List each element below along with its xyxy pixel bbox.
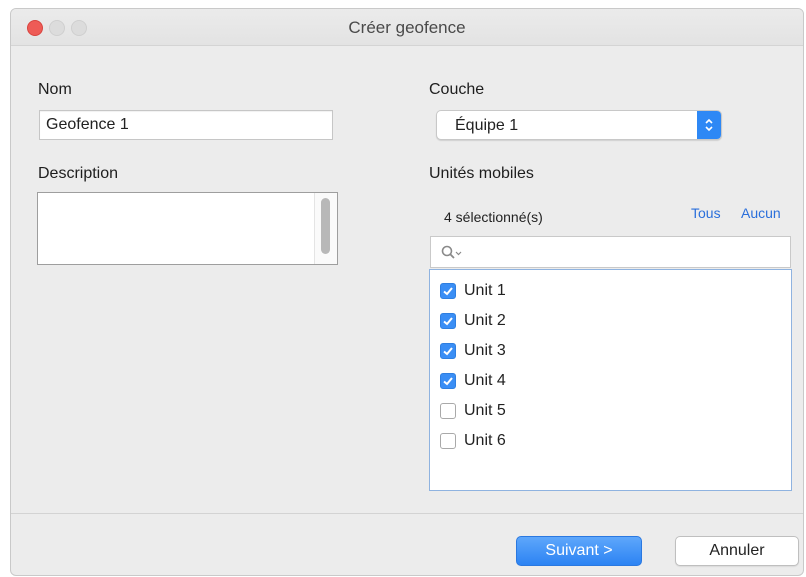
list-item[interactable]: Unit 4 <box>440 370 506 392</box>
checkbox[interactable] <box>440 313 456 329</box>
footer-divider <box>11 513 803 514</box>
unit-label: Unit 4 <box>464 372 506 389</box>
select-none-link[interactable]: Aucun <box>741 205 781 221</box>
description-label: Description <box>38 165 119 182</box>
dialog-window: Créer geofence Nom Description Couche Éq… <box>10 8 804 576</box>
search-icon <box>441 245 463 266</box>
list-item[interactable]: Unit 6 <box>440 430 506 452</box>
unit-label: Unit 5 <box>464 402 506 419</box>
description-scrollbar[interactable] <box>314 193 337 264</box>
checkmark-icon <box>443 317 453 326</box>
list-item[interactable]: Unit 2 <box>440 310 506 332</box>
list-item[interactable]: Unit 5 <box>440 400 506 422</box>
selected-count: 4 sélectionné(s) <box>444 209 543 225</box>
next-button[interactable]: Suivant > <box>516 536 642 566</box>
unit-label: Unit 6 <box>464 432 506 449</box>
list-item[interactable]: Unit 1 <box>440 280 506 302</box>
checkmark-icon <box>443 377 453 386</box>
mobile-units-label: Unités mobiles <box>429 165 534 182</box>
layer-select-value: Équipe 1 <box>455 117 519 134</box>
description-textarea[interactable] <box>37 192 338 265</box>
cancel-button[interactable]: Annuler <box>675 536 799 566</box>
layer-label: Couche <box>429 81 485 98</box>
units-list[interactable]: Unit 1 Unit 2 Unit 3 Unit 4 Unit 5 Unit … <box>429 269 792 491</box>
name-label: Nom <box>38 81 72 98</box>
checkbox[interactable] <box>440 403 456 419</box>
select-all-link[interactable]: Tous <box>691 205 721 221</box>
title-bar: Créer geofence <box>11 9 803 46</box>
list-item[interactable]: Unit 3 <box>440 340 506 362</box>
unit-label: Unit 1 <box>464 282 506 299</box>
units-search-input[interactable] <box>430 236 791 268</box>
checkbox[interactable] <box>440 433 456 449</box>
up-down-arrows-icon <box>697 111 721 139</box>
checkmark-icon <box>443 287 453 296</box>
layer-select[interactable]: Équipe 1 <box>436 110 722 140</box>
window-title: Créer geofence <box>348 18 466 37</box>
unit-label: Unit 2 <box>464 312 506 329</box>
unit-label: Unit 3 <box>464 342 506 359</box>
checkmark-icon <box>443 347 453 356</box>
checkbox[interactable] <box>440 283 456 299</box>
name-field[interactable] <box>39 110 333 140</box>
checkbox[interactable] <box>440 373 456 389</box>
checkbox[interactable] <box>440 343 456 359</box>
scrollbar-thumb[interactable] <box>321 198 330 254</box>
